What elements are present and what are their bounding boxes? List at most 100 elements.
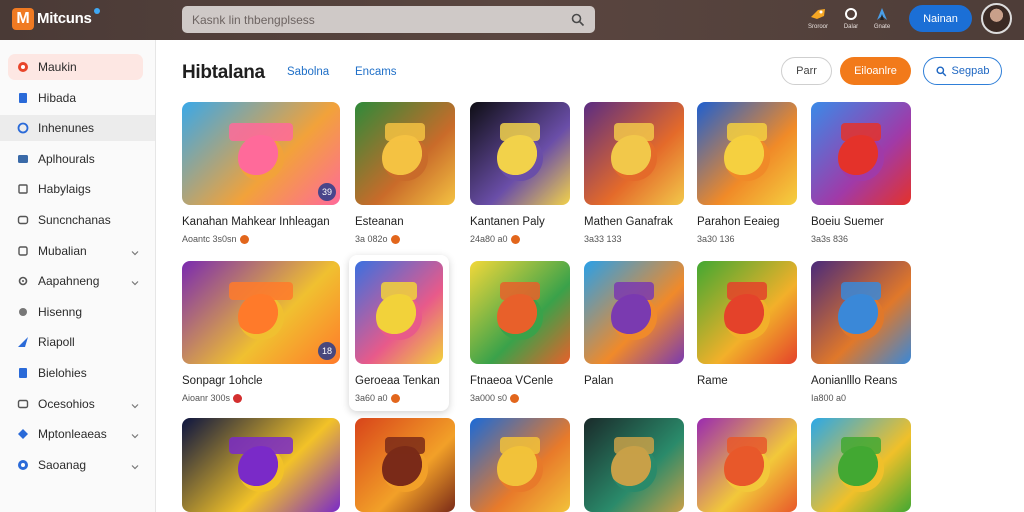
sidebar-item[interactable]: Saoanag	[8, 452, 143, 478]
sidebar-item[interactable]: Hisenng	[8, 299, 143, 325]
game-thumbnail[interactable]	[811, 418, 911, 512]
tab-sabolna[interactable]: Sabolna	[287, 66, 329, 78]
game-title[interactable]: Sonpagr 1ohcle	[182, 375, 340, 387]
game-title[interactable]: Kantanen Paly	[470, 216, 570, 228]
game-title[interactable]: Parahon Eeaieg	[697, 216, 797, 228]
sidebar-item[interactable]: Aapahneng	[8, 268, 143, 294]
sidebar-item[interactable]: Ocesohios	[8, 391, 143, 417]
square-icon	[17, 245, 29, 257]
game-title[interactable]: Rame	[697, 375, 797, 387]
game-card[interactable]: Esteanan 3a 082o	[355, 102, 455, 244]
primary-action-button[interactable]: Eiloanlre	[840, 57, 911, 85]
search-icon[interactable]	[571, 13, 585, 27]
game-card[interactable]	[182, 418, 340, 512]
game-thumbnail[interactable]	[584, 261, 684, 364]
game-card[interactable]: Parahon Eeaieg 3a30 136	[697, 102, 797, 244]
sidebar-item[interactable]: Riapoll	[8, 329, 143, 355]
game-card[interactable]: Mathen Ganafrak 3a33 133	[584, 102, 684, 244]
sidebar-item[interactable]: Mptonleaeas	[8, 421, 143, 447]
coin-icon	[510, 234, 520, 244]
chevron-down-icon[interactable]	[131, 460, 139, 470]
filter-button[interactable]: Parr	[781, 57, 832, 85]
avatar[interactable]	[981, 3, 1012, 34]
game-card[interactable]	[470, 418, 570, 512]
sidebar-item[interactable]: Habylaigs	[8, 176, 143, 202]
game-thumbnail[interactable]	[697, 418, 797, 512]
coin-icon	[390, 393, 400, 403]
sidebar-item[interactable]: Suncnchanas	[8, 207, 143, 233]
logo-mark: M	[12, 8, 34, 30]
game-card[interactable]	[697, 418, 797, 512]
game-thumbnail[interactable]	[811, 261, 911, 364]
game-thumbnail[interactable]	[697, 102, 797, 205]
game-meta: 3a000 s0	[470, 393, 570, 403]
game-card[interactable]: Kantanen Paly 24a80 a0	[470, 102, 570, 244]
game-thumbnail[interactable]	[182, 418, 340, 512]
sidebar-item-label: Mubalian	[38, 243, 87, 258]
list-icon	[17, 183, 29, 195]
game-thumbnail[interactable]	[470, 102, 570, 205]
game-title[interactable]: Aonianlllo Reans	[811, 375, 911, 387]
game-card[interactable]: 18 Sonpagr 1ohcle Aioanr 300s	[182, 261, 340, 403]
game-card[interactable]	[584, 418, 684, 512]
logo-text: Mitcuns	[37, 10, 92, 27]
game-card[interactable]: Rame	[697, 261, 797, 387]
game-title[interactable]: Kanahan Mahkear Inhleagan	[182, 216, 340, 228]
game-logo-art	[385, 122, 425, 142]
chevron-down-icon[interactable]	[131, 246, 139, 255]
sidebar-item[interactable]: Maukin	[8, 54, 143, 80]
search-bar[interactable]: Kasnk lin thbengplsess	[182, 6, 595, 33]
sidebar-item[interactable]: Bielohies	[8, 360, 143, 386]
game-title[interactable]: Geroeaa Tenkan	[355, 375, 443, 387]
app-logo[interactable]: M Mitcuns	[12, 8, 100, 30]
game-thumbnail[interactable]	[355, 102, 455, 205]
game-card[interactable]: 39 Kanahan Mahkear Inhleagan Aoantc 3s0sn	[182, 102, 340, 244]
search-action-button[interactable]: Segpab	[923, 57, 1002, 85]
signin-button[interactable]: Nainan	[909, 5, 972, 32]
globe-icon	[17, 459, 29, 471]
sidebar-item-label: Hibada	[38, 90, 77, 105]
game-thumbnail[interactable]: 39	[182, 102, 340, 205]
sidebar-item-label: Hisenng	[38, 304, 83, 319]
game-title[interactable]: Mathen Ganafrak	[584, 216, 684, 228]
game-title[interactable]: Esteanan	[355, 216, 455, 228]
game-title[interactable]: Palan	[584, 375, 684, 387]
game-thumbnail[interactable]	[470, 261, 570, 364]
chevron-down-icon[interactable]	[131, 429, 139, 439]
game-thumbnail[interactable]	[811, 102, 911, 205]
sidebar-item[interactable]: Mubalian	[8, 238, 143, 264]
search-input[interactable]: Kasnk lin thbengplsess	[192, 13, 571, 27]
top-action-label: Sroroor	[808, 24, 829, 30]
sidebar-item-label: Habylaigs	[38, 182, 91, 197]
game-thumbnail[interactable]	[470, 418, 570, 512]
game-card[interactable]: Palan	[584, 261, 684, 387]
game-card[interactable]	[811, 418, 911, 512]
chevron-down-icon[interactable]	[131, 276, 139, 286]
game-title[interactable]: Ftnaeoa VCenle	[470, 375, 570, 387]
game-card[interactable]: Boeiu Suemer 3a3s 836	[811, 102, 911, 244]
game-card[interactable]: Aonianlllo Reans Ia800 a0	[811, 261, 911, 403]
game-meta: Aoantc 3s0sn	[182, 234, 340, 244]
game-title[interactable]: Boeiu Suemer	[811, 216, 911, 228]
game-thumbnail[interactable]	[697, 261, 797, 364]
tab-encams[interactable]: Encams	[355, 66, 397, 78]
game-card[interactable]: Ftnaeoa VCenle 3a000 s0	[470, 261, 570, 403]
game-card[interactable]	[355, 418, 455, 512]
game-meta-text: 24a80 a0	[470, 234, 508, 244]
game-thumbnail[interactable]	[584, 418, 684, 512]
rocket-icon	[809, 6, 827, 22]
game-meta: 3a33 133	[584, 234, 684, 244]
top-action-dart[interactable]: Gnate	[873, 6, 891, 30]
game-card[interactable]: Geroeaa Tenkan 3a60 a0	[349, 255, 449, 411]
top-action-location[interactable]: Dalar	[842, 6, 860, 30]
game-thumbnail[interactable]: 18	[182, 261, 340, 364]
game-meta-text: 3a33 133	[584, 234, 622, 244]
sidebar-item[interactable]: Inhenunes	[0, 115, 155, 142]
top-action-rocket[interactable]: Sroroor	[808, 6, 828, 30]
sidebar-item[interactable]: Aplhourals	[8, 146, 143, 172]
game-thumbnail[interactable]	[584, 102, 684, 205]
chevron-down-icon[interactable]	[131, 399, 139, 408]
game-thumbnail[interactable]	[355, 418, 455, 512]
game-thumbnail[interactable]	[355, 261, 443, 364]
sidebar-item[interactable]: Hibada	[8, 85, 143, 111]
